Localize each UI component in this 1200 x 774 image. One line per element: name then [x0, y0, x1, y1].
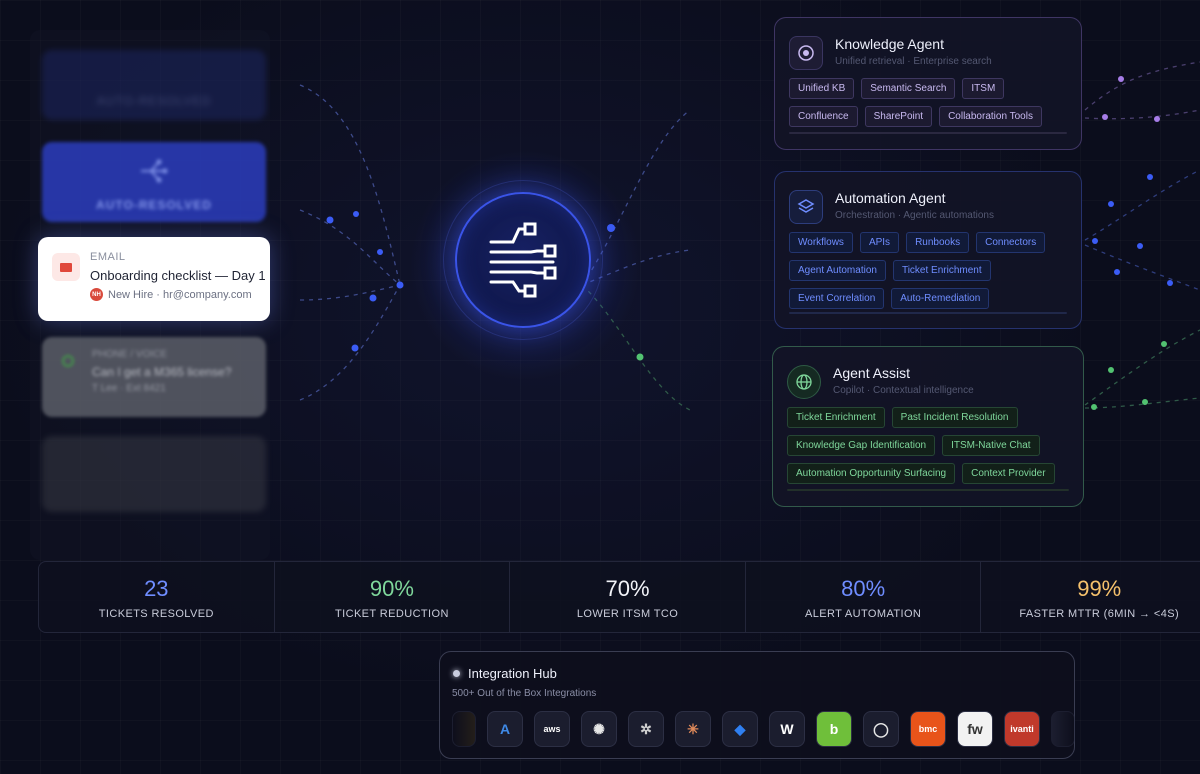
knowledge-agent-card[interactable]: Knowledge Agent Unified retrieval · Ente…	[774, 17, 1082, 150]
agent-subtitle: Orchestration · Agentic automations	[835, 210, 994, 221]
tag-chip[interactable]: Workflows	[789, 232, 853, 253]
agent-title: Knowledge Agent	[835, 36, 944, 52]
metric-label: LOWER ITSM TCO	[576, 608, 679, 620]
tag-chip[interactable]: Semantic Search	[861, 78, 956, 99]
metric-value: 80%	[841, 576, 886, 601]
tag-chip[interactable]: SharePoint	[864, 106, 933, 127]
ticket-channel: EMAIL	[90, 251, 126, 263]
tag-chip[interactable]: Agent Automation	[789, 260, 886, 281]
tag-chip[interactable]: Unified KB	[789, 78, 855, 99]
auto-resolved-card[interactable]: AUTO-RESOLVED	[42, 142, 266, 222]
bamboo-logo-icon[interactable]: b	[816, 711, 852, 747]
queue-card-faded: AUTO-RESOLVED	[42, 50, 266, 120]
metric-label: TICKET REDUCTION	[335, 608, 449, 620]
tag-chip[interactable]: Knowledge Gap Identification	[787, 435, 936, 456]
auto-resolved-label: AUTO-RESOLVED	[96, 198, 212, 212]
partial-logo	[452, 711, 476, 747]
metric-ticket-reduction: 90% TICKET REDUCTION	[275, 562, 511, 632]
integration-hub-panel: Integration Hub 500+ Out of the Box Inte…	[439, 651, 1075, 759]
aws-logo-icon[interactable]: aws	[534, 711, 570, 747]
status-dot	[453, 670, 460, 677]
email-icon	[52, 253, 80, 281]
freshworks-logo-icon[interactable]: fw	[957, 711, 993, 747]
target-icon	[789, 36, 823, 70]
globe-icon	[787, 365, 821, 399]
agent-tags: Workflows APIs Runbooks Connectors Agent…	[789, 232, 1067, 309]
agent-title: Automation Agent	[835, 190, 946, 206]
tag-chip[interactable]: Ticket Enrichment	[892, 260, 991, 281]
metrics-bar: 23 TICKETS RESOLVED 90% TICKET REDUCTION…	[38, 561, 1200, 633]
card-divider	[789, 132, 1067, 134]
agent-subtitle: Copilot · Contextual intelligence	[833, 385, 974, 396]
openai-logo-icon[interactable]: ✺	[581, 711, 617, 747]
panel-title: Integration Hub	[468, 666, 557, 681]
panel-subtitle: 500+ Out of the Box Integrations	[452, 688, 597, 699]
bmc-logo-icon[interactable]: bmc	[910, 711, 946, 747]
metric-value: 70%	[605, 576, 650, 601]
email-ticket-card[interactable]: EMAIL Onboarding checklist — Day 1 NH Ne…	[38, 237, 270, 321]
faded-card-label: AUTO-RESOLVED	[96, 94, 212, 108]
ticket-channel: PHONE / VOICE	[92, 349, 168, 360]
tag-chip[interactable]: Runbooks	[906, 232, 970, 253]
ticket-subject: Can I get a M365 license?	[92, 365, 232, 379]
metric-label: ALERT AUTOMATION	[805, 608, 922, 620]
tag-chip[interactable]: APIs	[859, 232, 900, 253]
layers-icon	[789, 190, 823, 224]
agent-subtitle: Unified retrieval · Enterprise search	[835, 56, 992, 67]
ai-core-hub[interactable]	[455, 192, 591, 328]
agent-tags: Unified KB Semantic Search ITSM Confluen…	[789, 78, 1067, 127]
partial-logo	[1051, 711, 1075, 747]
azure-logo-icon[interactable]: A	[487, 711, 523, 747]
metric-lower-itsm-tco: 70% LOWER ITSM TCO	[510, 562, 746, 632]
tag-chip[interactable]: Collaboration Tools	[939, 106, 1042, 127]
card-divider	[789, 312, 1067, 314]
metric-faster-mttr: 99% FASTER MTTR (6MIN → <4S)	[981, 562, 1200, 632]
ivanti-logo-icon[interactable]: ivanti	[1004, 711, 1040, 747]
tag-chip[interactable]: Event Correlation	[789, 288, 885, 309]
tag-chip[interactable]: Connectors	[976, 232, 1046, 253]
tag-chip[interactable]: Past Incident Resolution	[891, 407, 1018, 428]
ticket-sender: T Lee · Ext 8421	[92, 383, 166, 394]
tag-chip[interactable]: Automation Opportunity Surfacing	[787, 463, 956, 484]
phone-ticket-card[interactable]: PHONE / VOICE Can I get a M365 license? …	[42, 337, 266, 417]
network-icon	[141, 159, 168, 183]
phone-icon	[62, 355, 74, 367]
tag-chip[interactable]: Ticket Enrichment	[787, 407, 885, 428]
agent-assist-card[interactable]: Agent Assist Copilot · Contextual intell…	[772, 346, 1084, 507]
metric-alert-automation: 80% ALERT AUTOMATION	[746, 562, 982, 632]
claude-logo-icon[interactable]: ✳	[675, 711, 711, 747]
metric-tickets-resolved: 23 TICKETS RESOLVED	[39, 562, 275, 632]
agent-title: Agent Assist	[833, 365, 911, 381]
tag-chip[interactable]: ITSM-Native Chat	[942, 435, 1040, 456]
metric-value: 99%	[1077, 576, 1122, 601]
tag-chip[interactable]: Confluence	[789, 106, 858, 127]
agent-tags: Ticket Enrichment Past Incident Resoluti…	[787, 407, 1069, 484]
tag-chip[interactable]: Context Provider	[962, 463, 1055, 484]
metric-value: 23	[144, 576, 169, 601]
okta-logo-icon[interactable]: ◯	[863, 711, 899, 747]
card-divider	[787, 489, 1069, 491]
circuit-icon	[489, 222, 557, 298]
integration-logos: Aaws ✺ ✲ ✳ ◆ Wb ◯ bmc fw ivanti	[452, 711, 1075, 747]
jira-logo-icon[interactable]: ◆	[722, 711, 758, 747]
workday-logo-icon[interactable]: W	[769, 711, 805, 747]
sender-text: New Hire · hr@company.com	[108, 288, 252, 301]
automation-agent-card[interactable]: Automation Agent Orchestration · Agentic…	[774, 171, 1082, 329]
metric-label: TICKETS RESOLVED	[98, 608, 214, 620]
tag-chip[interactable]: ITSM	[962, 78, 1005, 99]
metric-value: 90%	[369, 576, 414, 601]
tag-chip[interactable]: Auto-Remediation	[891, 288, 990, 309]
queue-card-faded	[42, 436, 266, 512]
bug-logo-icon[interactable]: ✲	[628, 711, 664, 747]
ticket-sender: NH New Hire · hr@company.com	[90, 288, 252, 301]
avatar: NH	[90, 288, 103, 301]
metric-label: FASTER MTTR (6MIN → <4S)	[1019, 608, 1180, 620]
ticket-subject: Onboarding checklist — Day 1	[90, 268, 266, 283]
